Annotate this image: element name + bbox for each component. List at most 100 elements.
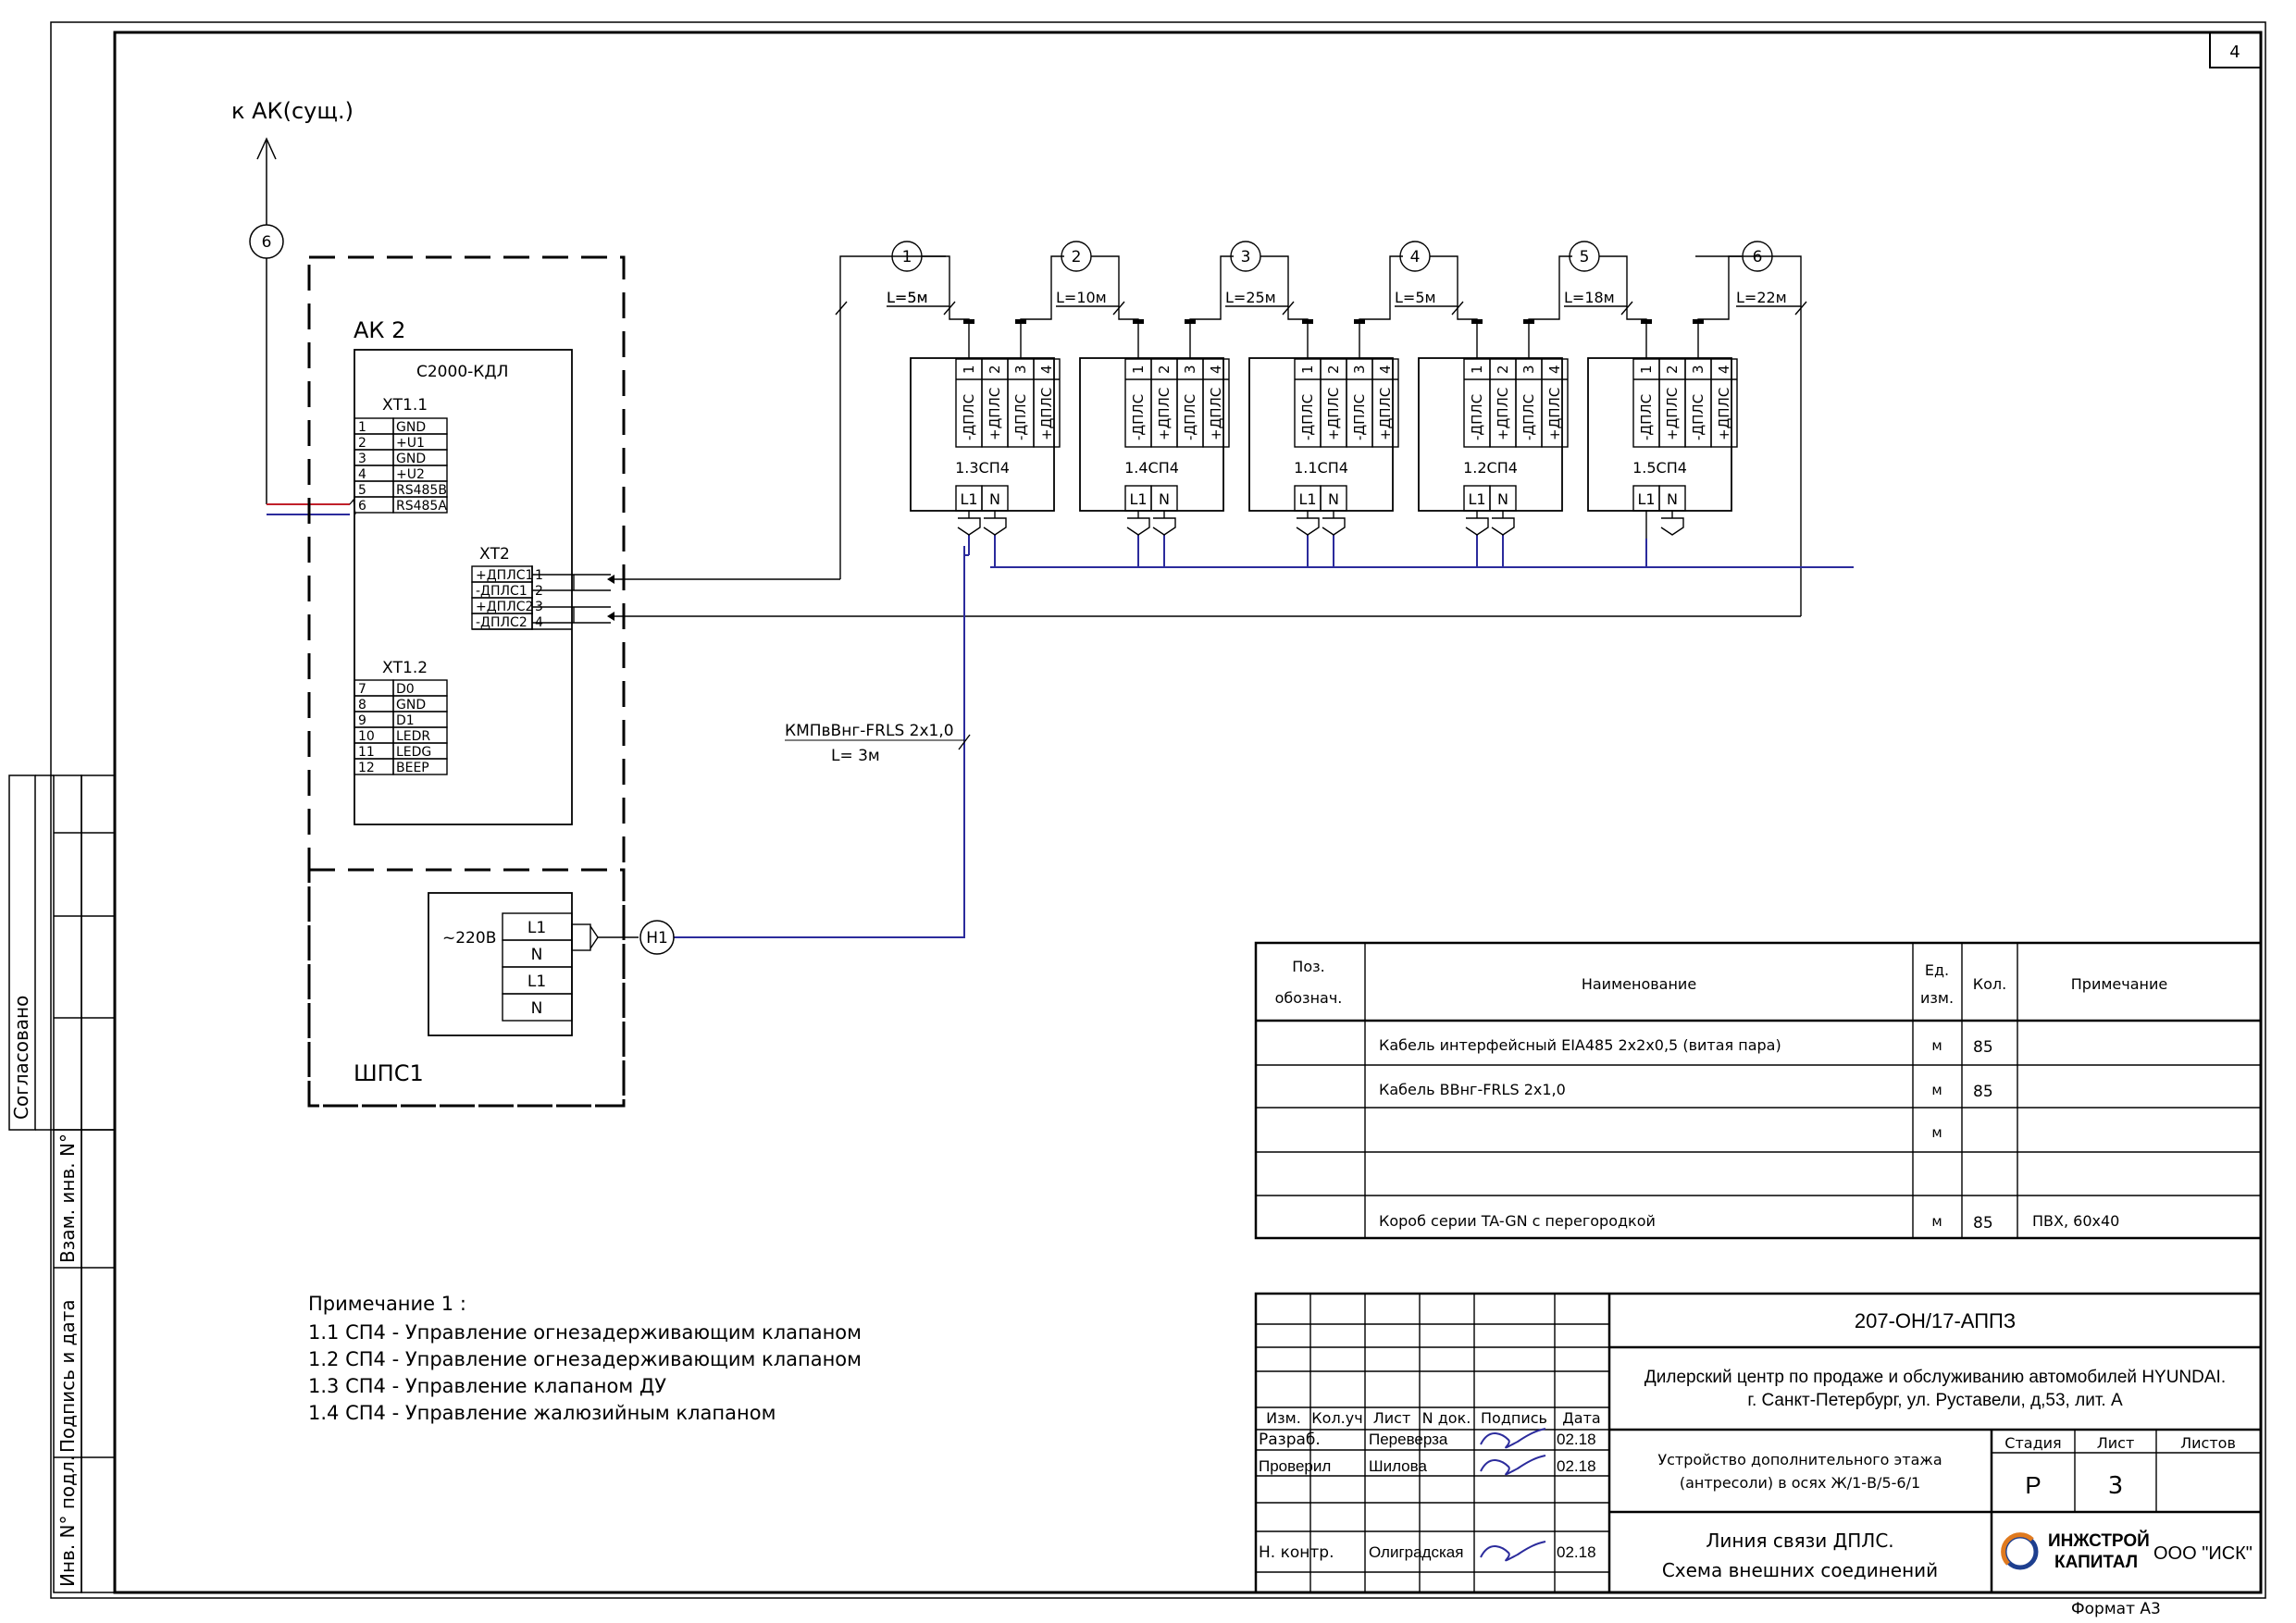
spec-table: Поз. обознач. Наименование Ед. изм. Кол. Приме… (1254, 941, 2263, 1240)
module-terminal-num: 4 (1208, 365, 1224, 374)
tb-stage-header: Стадия (2004, 1434, 2061, 1452)
module-out-wire (1359, 255, 1403, 359)
module-terminal-label: +ДПЛС (987, 388, 1003, 440)
signature (1480, 1455, 1546, 1476)
xt12-right: BEEP (396, 761, 429, 775)
module-terminal-label: +ДПЛС (1495, 388, 1511, 440)
tb-project-2: г. Санкт-Петербург, ул. Руставели, д,53,… (1747, 1391, 2123, 1410)
module-label: 1.3СП4 (955, 459, 1010, 477)
cable-name: КМПвВнг-FRLS 2х1,0 (785, 722, 954, 740)
terminal-cap (1354, 319, 1365, 324)
sign-date-label: Подпись и дата (56, 1299, 79, 1453)
tb-sheet: 3 (2108, 1472, 2124, 1500)
tb-person: Олиградская (1369, 1543, 1463, 1561)
xt12-right: LEDG (396, 745, 431, 760)
module-plug (1296, 517, 1320, 536)
module-plug (1126, 517, 1150, 536)
agreed-label: Согласовано (10, 996, 32, 1120)
module-in-wire (1599, 255, 1647, 359)
tb-col-header: Лист (1373, 1409, 1411, 1427)
tb-role: Разраб. (1259, 1431, 1321, 1449)
swap-label: Взам. инв. N° (56, 1134, 79, 1263)
module-terminal-num: 3 (1182, 365, 1198, 374)
note-item: 1.1 СП4 - Управление огнезадерживающим к… (308, 1321, 862, 1344)
spec-h-qty: Кол. (1973, 975, 2006, 993)
loop-seg (1502, 535, 1647, 568)
spec-qty: 85 (1973, 1083, 1993, 1101)
line-marker: 2 (1072, 248, 1082, 266)
title-block: Изм. Кол.уч Лист N док. Подпись Дата Разраб. Пе… (1254, 1292, 2263, 1594)
power-voltage: ~220В (442, 929, 496, 948)
xt12-right: D1 (396, 713, 415, 728)
tb-sheet-title-1: Линия связи ДПЛС. (1706, 1530, 1893, 1552)
module-power-label: L1 (1129, 490, 1147, 508)
ak-title: АК 2 (354, 317, 405, 343)
module-terminal-label: +ДПЛС (1664, 388, 1681, 440)
tb-col-header: Изм. (1266, 1409, 1301, 1427)
terminal-cap (1641, 319, 1652, 324)
module-terminal-label: -ДПЛС (1130, 394, 1147, 440)
note-item: 1.2 СП4 - Управление огнезадерживающим к… (308, 1348, 862, 1370)
line-length: L=5м (887, 289, 928, 306)
schematic-sheet: 4 Формат А3 Согласовано Взам. инв. N° По… (8, 21, 2266, 1618)
spec-h-unit1: Ед. (1925, 961, 1949, 979)
xt12-right: D0 (396, 682, 415, 697)
xt2-left: -ДПЛС2 (476, 615, 527, 630)
power-box (428, 892, 573, 1036)
power-terminal-label: N (531, 946, 543, 964)
tb-role: Проверил (1259, 1457, 1331, 1475)
tb-col-header: Дата (1562, 1409, 1600, 1427)
module-power-label: N (1159, 490, 1170, 508)
power-terminals: L1 N L1 N (502, 912, 573, 1022)
module-terminal-num: 1 (1638, 365, 1655, 374)
module-plug (1660, 517, 1684, 536)
module-label: 1.4СП4 (1124, 459, 1179, 477)
module-label: 1.1СП4 (1294, 459, 1348, 477)
terminal-cap (1133, 319, 1144, 324)
xt11-title: ХТ1.1 (382, 396, 428, 415)
loop-seg (994, 535, 1139, 568)
xt2-right: 1 (535, 568, 543, 583)
logo-bottom: КАПИТАЛ (2054, 1553, 2138, 1572)
module-plug (957, 517, 981, 536)
xt2-right: 2 (535, 584, 543, 599)
spec-name: Кабель ВВнг-FRLS 2х1,0 (1379, 1081, 1566, 1098)
tb-col-header: Кол.уч (1311, 1409, 1362, 1427)
sheet-number: 4 (2229, 43, 2240, 62)
loop-seg (1333, 535, 1478, 568)
module-power-label: L1 (960, 490, 977, 508)
xt11-left: 6 (358, 499, 366, 514)
terminal-cap (1015, 319, 1026, 324)
terminal-cap (1185, 319, 1196, 324)
spec-name: Кабель интерфейсный EIA485 2х2х0,5 (вита… (1379, 1036, 1781, 1054)
spec-unit: м (1931, 1124, 1942, 1141)
xt2-left: +ДПЛС2 (476, 600, 533, 614)
module-terminal-num: 3 (1690, 365, 1706, 374)
module-power-label: L1 (1637, 490, 1655, 508)
cable-length: L= 3м (831, 747, 880, 765)
xt11-right: +U1 (396, 436, 425, 451)
tb-object-1: Устройство дополнительного этажа (1657, 1451, 1942, 1468)
xt11-right: +U2 (396, 467, 425, 482)
tb-role: Н. контр. (1259, 1543, 1334, 1562)
module-terminal-num: 4 (1038, 365, 1055, 374)
power-wire (674, 546, 1854, 938)
module-plug (1322, 517, 1346, 536)
tb-date: 02.18 (1557, 1543, 1596, 1561)
kdl-label: С2000-КДЛ (416, 363, 508, 381)
spec-h-unit2: изм. (1920, 989, 1954, 1007)
module-plug (1152, 517, 1176, 536)
xt11-left: 2 (358, 436, 366, 451)
h1-marker: Н1 (646, 929, 668, 948)
module-power-label: L1 (1298, 490, 1316, 508)
sp4-modules: -ДПЛС 1 +ДПЛС 2 -ДПЛС 3 +ДПЛС 4 1.3СП4 L1 N 1 L=5м -Д… (835, 241, 1807, 539)
line-length: L=25м (1225, 289, 1276, 306)
module-terminal-label: -ДПЛС (1012, 394, 1029, 440)
module-out-wire (1697, 255, 1742, 359)
spec-h-name: Наименование (1582, 975, 1696, 993)
xt12-left: 10 (358, 729, 375, 744)
xt12-left: 7 (358, 682, 366, 697)
module-terminal-num: 1 (1130, 365, 1147, 374)
module-terminal-label: +ДПЛС (1325, 388, 1342, 440)
xt12-left: 11 (358, 745, 375, 760)
